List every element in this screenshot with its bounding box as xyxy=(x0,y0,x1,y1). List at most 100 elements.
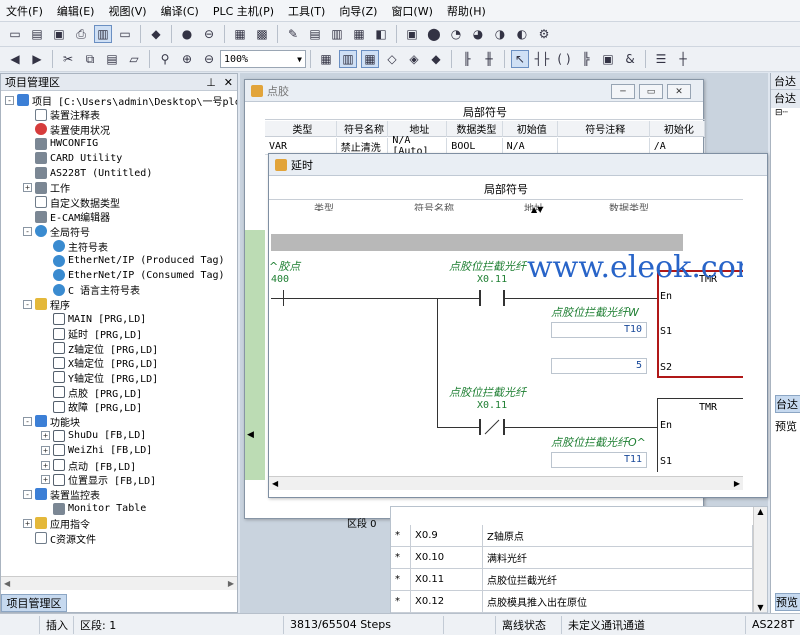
scroll-left-icon[interactable]: ◀ xyxy=(272,479,278,488)
tree-item[interactable]: CARD Utility xyxy=(23,151,122,165)
tree-item[interactable]: 主符号表 xyxy=(41,239,108,254)
table-row[interactable]: * X0.9 Z轴原点 xyxy=(391,525,767,547)
menu-item[interactable]: 窗口(W) xyxy=(391,3,432,19)
insert-coil-icon[interactable]: ( ) xyxy=(555,50,573,68)
cell-data-type[interactable]: BOOL xyxy=(447,138,503,154)
collapse-icon[interactable]: - xyxy=(5,95,14,105)
menu-item[interactable]: 向导(Z) xyxy=(339,3,377,19)
splitter-arrows[interactable]: ▲▼ xyxy=(531,205,543,214)
note-icon[interactable]: ◆ xyxy=(427,50,445,68)
tree-item[interactable]: + ShuDu [FB,LD] xyxy=(41,429,146,443)
tree-item[interactable]: 故障 [PRG,LD] xyxy=(41,400,142,414)
tree-item[interactable]: C资源文件 xyxy=(23,531,96,546)
select-cursor-icon[interactable]: ↖ xyxy=(511,50,529,68)
bottom-table-scrollbar[interactable]: ▲ ▼ xyxy=(753,507,767,612)
expand-icon[interactable]: + xyxy=(41,445,50,455)
tree-item[interactable]: X轴定位 [PRG,LD] xyxy=(41,356,158,370)
maximize-button[interactable]: ▭ xyxy=(639,84,663,99)
right-panel-tab-1[interactable]: 台达 xyxy=(775,395,800,413)
col-type[interactable]: 类型 xyxy=(265,120,337,137)
amp-icon[interactable]: & xyxy=(621,50,639,68)
chevron-down-icon[interactable]: ▼ xyxy=(297,55,302,64)
edit-pen-icon[interactable]: ✎ xyxy=(284,25,302,43)
expand-icon[interactable]: + xyxy=(41,460,50,470)
expand-icon[interactable]: + xyxy=(41,431,50,441)
section-tab[interactable]: 区段 0 xyxy=(347,515,377,530)
tree-item[interactable]: 延时 [PRG,LD] xyxy=(41,327,142,341)
stop-icon[interactable]: ⊖ xyxy=(200,25,218,43)
zoom-out-icon[interactable]: ⊖ xyxy=(200,50,218,68)
right-tree-item[interactable]: ⊟┄ xyxy=(771,108,800,124)
menu-item[interactable]: 帮助(H) xyxy=(447,3,486,19)
monitor-icon[interactable]: ▩ xyxy=(253,25,271,43)
tree-item[interactable]: MAIN [PRG,LD] xyxy=(41,312,146,326)
contact-nc-icon[interactable]: ╫ xyxy=(480,50,498,68)
reset-icon[interactable]: ◐ xyxy=(513,25,531,43)
scroll-up-icon[interactable]: ▲ xyxy=(754,507,767,516)
cell-symbol-comment[interactable] xyxy=(558,138,650,154)
close-button[interactable]: ✕ xyxy=(667,84,691,99)
tree-item[interactable]: 装置使用状况 xyxy=(23,122,110,137)
copy-icon[interactable]: ⧉ xyxy=(81,50,99,68)
hline-icon[interactable]: ☰ xyxy=(652,50,670,68)
expand-icon[interactable]: + xyxy=(23,518,32,528)
plc-icon[interactable]: ▦ xyxy=(231,25,249,43)
table-row[interactable]: * X0.11 点胶位拦截光纤 xyxy=(391,569,767,591)
vline-icon[interactable]: ┼ xyxy=(674,50,692,68)
collapse-icon[interactable]: - xyxy=(23,416,32,426)
rung1-contact-no[interactable] xyxy=(479,290,505,306)
layout-icon[interactable]: ▥ xyxy=(94,25,112,43)
tree-item[interactable]: Z轴定位 [PRG,LD] xyxy=(41,341,158,356)
comment-icon[interactable]: ◇ xyxy=(383,50,401,68)
rung2-contact-nc[interactable] xyxy=(479,419,505,435)
tree-item[interactable]: HWCONFIG xyxy=(23,137,98,151)
cell-type[interactable]: VAR xyxy=(265,138,337,154)
tree-item[interactable]: 自定义数据类型 xyxy=(23,195,120,210)
expand-icon[interactable]: + xyxy=(23,183,32,193)
menu-item[interactable]: 文件(F) xyxy=(6,3,43,19)
zoom-in-icon[interactable]: ⊕ xyxy=(178,50,196,68)
new-file-icon[interactable]: ▭ xyxy=(6,25,24,43)
pin-icon[interactable]: ⊥ xyxy=(206,76,216,89)
force-on-icon[interactable]: ◔ xyxy=(447,25,465,43)
scroll-right-icon[interactable]: ▶ xyxy=(228,579,234,588)
menu-item[interactable]: 工具(T) xyxy=(288,3,325,19)
book-icon[interactable]: ◆ xyxy=(147,25,165,43)
right-panel-tab-2[interactable]: 预览 xyxy=(775,418,797,434)
menu-item[interactable]: PLC 主机(P) xyxy=(213,3,274,19)
run-icon[interactable]: ● xyxy=(178,25,196,43)
col-symbol-comment[interactable]: 符号注释 xyxy=(558,120,650,137)
tree-item[interactable]: Monitor Table xyxy=(41,502,146,516)
ladder-view-icon[interactable]: ▥ xyxy=(339,50,357,68)
tree-item[interactable]: - 全局符号 xyxy=(23,224,90,239)
cut-icon[interactable]: ✂ xyxy=(59,50,77,68)
find-icon[interactable]: ⚲ xyxy=(156,50,174,68)
left-scroll-arrow[interactable]: ◀ xyxy=(247,430,254,440)
tree-item[interactable]: - 项目 [C:\Users\admin\Desktop\一号plc xyxy=(5,93,237,108)
tree-item[interactable]: - 装置监控表 xyxy=(23,487,100,502)
contact-no-icon[interactable]: ╟ xyxy=(458,50,476,68)
print-icon[interactable]: ⎙ xyxy=(72,25,90,43)
debug-icon[interactable]: ⬤ xyxy=(425,25,443,43)
set-icon[interactable]: ◑ xyxy=(491,25,509,43)
eraser-icon[interactable]: ▱ xyxy=(125,50,143,68)
settings-icon[interactable]: ⚙ xyxy=(535,25,553,43)
online-icon[interactable]: ◧ xyxy=(372,25,390,43)
tree-item[interactable]: EtherNet/IP (Consumed Tag) xyxy=(41,268,225,282)
cell-address[interactable]: N/A [Auto] xyxy=(388,135,448,157)
back-icon[interactable]: ◀ xyxy=(6,50,24,68)
tree-item[interactable]: + WeiZhi [FB,LD] xyxy=(41,443,152,457)
collapse-icon[interactable]: - xyxy=(23,226,32,236)
open-folder-icon[interactable]: ▤ xyxy=(28,25,46,43)
close-icon[interactable]: ✕ xyxy=(224,76,233,89)
download-icon[interactable]: ▤ xyxy=(306,25,324,43)
network-icon[interactable]: ◈ xyxy=(405,50,423,68)
device-icon[interactable]: ▣ xyxy=(403,25,421,43)
scroll-right-icon[interactable]: ▶ xyxy=(734,479,740,488)
tree-item[interactable]: + 点动 [FB,LD] xyxy=(41,458,136,473)
expand-icon[interactable]: + xyxy=(41,475,50,485)
window-icon[interactable]: ▭ xyxy=(116,25,134,43)
tree-item[interactable]: - 功能块 xyxy=(23,414,80,429)
col-symbol-name[interactable]: 符号名称 xyxy=(337,120,389,137)
project-panel-tab[interactable]: 项目管理区 xyxy=(1,594,67,612)
